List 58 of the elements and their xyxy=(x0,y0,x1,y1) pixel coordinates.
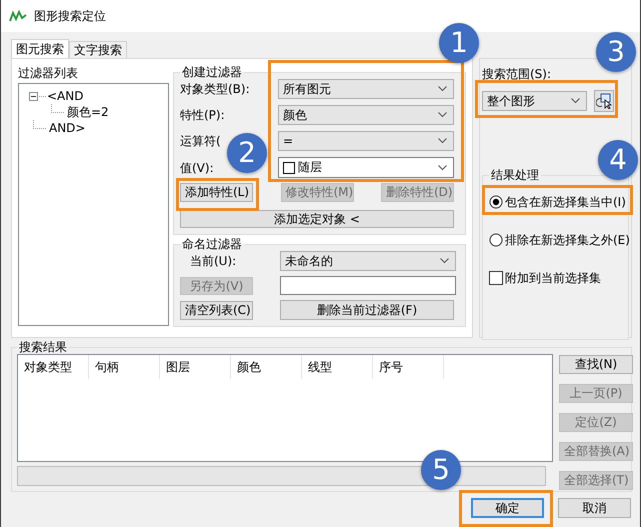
group-title: 创建过滤器 xyxy=(181,65,243,79)
dropdown[interactable]: = xyxy=(278,131,454,151)
option-label[interactable]: 排除在新选择集之外(E) xyxy=(505,232,630,248)
column-header[interactable]: 句柄 xyxy=(89,355,160,379)
caret-icon xyxy=(440,258,449,264)
field-label: 搜索范围(S): xyxy=(482,66,552,82)
column-header[interactable]: 序号 xyxy=(373,355,444,379)
caret-icon xyxy=(438,86,447,92)
button[interactable]: 添加特性(L) xyxy=(180,183,253,202)
number-badge: 3 xyxy=(596,32,636,72)
tree-item[interactable]: <AND xyxy=(47,89,84,103)
tree-item[interactable]: AND> xyxy=(49,121,86,135)
add-selected-button[interactable]: 添加选定对象 < xyxy=(180,210,454,228)
column-header[interactable]: 线型 xyxy=(302,355,373,379)
dropdown[interactable]: 颜色 xyxy=(278,105,454,125)
tree-line-icon xyxy=(33,120,47,129)
color-swatch-icon xyxy=(283,162,295,174)
name-input-field[interactable] xyxy=(280,276,456,295)
radio-button[interactable] xyxy=(489,233,503,247)
tree-item[interactable]: 颜色=2 xyxy=(67,104,109,120)
field-label: 特性(P): xyxy=(180,107,225,123)
dropdown[interactable]: 整个图形 xyxy=(482,91,587,111)
button[interactable]: 确定 xyxy=(471,498,544,518)
caret-icon xyxy=(438,138,447,144)
cursor-select-icon xyxy=(596,93,612,109)
column-header[interactable]: 图层 xyxy=(160,355,231,379)
delete-filter-button[interactable]: 删除当前过滤器(F) xyxy=(280,300,454,320)
tab[interactable]: 图元搜索 xyxy=(11,39,69,58)
section-label: 过滤器列表 xyxy=(18,65,79,81)
option-label[interactable]: 附加到当前选择集 xyxy=(505,270,601,286)
caret-icon xyxy=(571,98,580,104)
caret-icon xyxy=(438,112,447,118)
field-label: 当前(U): xyxy=(189,253,238,269)
clear-list-button[interactable]: 清空列表(C) xyxy=(180,300,253,320)
button[interactable]: 查找(N) xyxy=(559,355,633,374)
window-title: 图形搜索定位 xyxy=(34,8,106,24)
dropdown[interactable]: 所有图元 xyxy=(278,79,454,99)
caret-icon xyxy=(438,164,447,170)
pick-objects-button[interactable] xyxy=(594,90,614,112)
number-badge: 4 xyxy=(598,140,638,180)
column-header[interactable]: 颜色 xyxy=(231,355,302,379)
field-label: 值(V): xyxy=(180,160,214,176)
column-header[interactable]: 对象类型 xyxy=(18,355,89,379)
radio-button[interactable] xyxy=(489,195,503,209)
tree-line-icon xyxy=(51,104,65,113)
group-title: 结果处理 xyxy=(490,168,540,182)
option-label[interactable]: 包含在新选择集当中(I) xyxy=(505,194,626,210)
field-label: 运算符( xyxy=(180,133,221,149)
tab[interactable]: 文字搜索 xyxy=(69,41,127,58)
group-title: 搜索结果 xyxy=(18,340,68,354)
dropdown[interactable]: 未命名的 xyxy=(280,251,456,271)
collapse-icon[interactable] xyxy=(29,92,47,100)
field-label: 对象类型(B): xyxy=(180,81,250,97)
group-title: 命名过滤器 xyxy=(181,237,243,251)
dropdown[interactable]: 随层 xyxy=(278,157,454,178)
button[interactable]: 取消 xyxy=(558,498,631,518)
checkbox[interactable] xyxy=(489,271,503,285)
app-icon xyxy=(9,9,27,23)
